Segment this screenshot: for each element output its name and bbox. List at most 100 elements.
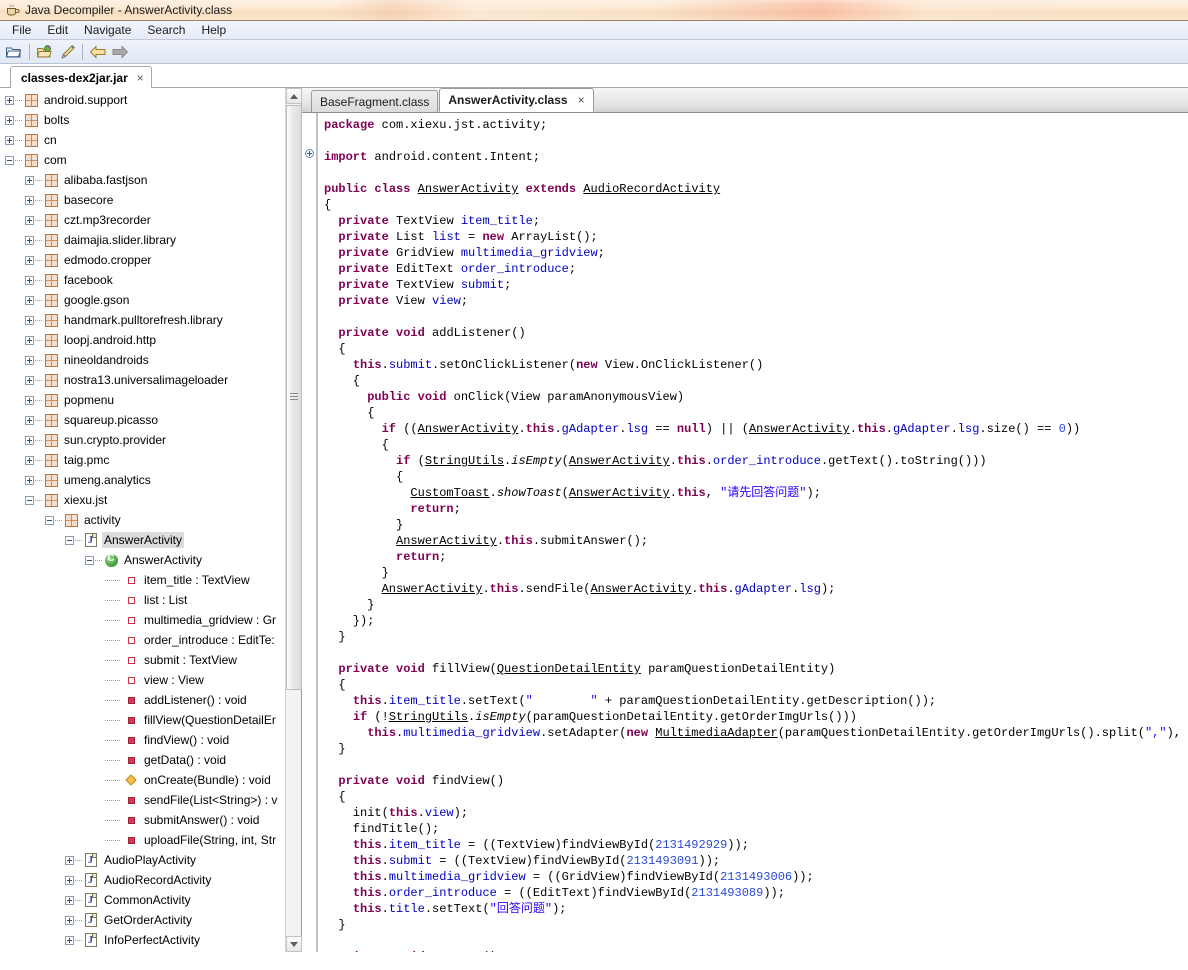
tree-item[interactable]: submit : TextView — [0, 650, 285, 670]
tree-item[interactable]: android.support — [0, 90, 285, 110]
tree-item[interactable]: multimedia_gridview : Gr — [0, 610, 285, 630]
tree-item[interactable]: getData() : void — [0, 750, 285, 770]
editor-tab-basefragment[interactable]: BaseFragment.class — [311, 90, 438, 112]
scroll-down-arrow-icon[interactable] — [286, 936, 302, 952]
tree-item[interactable]: google.gson — [0, 290, 285, 310]
close-icon[interactable]: × — [137, 71, 144, 85]
tree-plus-toggle-icon[interactable] — [25, 356, 34, 365]
menu-search[interactable]: Search — [139, 22, 193, 38]
tree-plus-toggle-icon[interactable] — [25, 476, 34, 485]
tree-item[interactable]: alibaba.fastjson — [0, 170, 285, 190]
tree-minus-toggle-icon[interactable] — [45, 516, 54, 525]
menu-edit[interactable]: Edit — [39, 22, 76, 38]
tree-item[interactable]: daimajia.slider.library — [0, 230, 285, 250]
tree-plus-toggle-icon[interactable] — [65, 876, 74, 885]
tree-item[interactable]: umeng.analytics — [0, 470, 285, 490]
tree-item[interactable]: sun.crypto.provider — [0, 430, 285, 450]
tree-minus-toggle-icon[interactable] — [25, 496, 34, 505]
brush-icon[interactable] — [56, 42, 78, 62]
tree-plus-toggle-icon[interactable] — [5, 116, 14, 125]
tree-minus-toggle-icon[interactable] — [5, 156, 14, 165]
tree-item[interactable]: list : List — [0, 590, 285, 610]
tree-item[interactable]: handmark.pulltorefresh.library — [0, 310, 285, 330]
tree-plus-toggle-icon[interactable] — [65, 896, 74, 905]
tree-plus-toggle-icon[interactable] — [25, 276, 34, 285]
tree-item[interactable]: facebook — [0, 270, 285, 290]
tree-item[interactable]: addListener() : void — [0, 690, 285, 710]
tree-item[interactable]: JAudioRecordActivity — [0, 870, 285, 890]
tree-connector — [35, 320, 43, 321]
source-code-text[interactable]: package com.xiexu.jst.activity; import a… — [317, 113, 1188, 952]
back-arrow-icon[interactable] — [87, 42, 109, 62]
jar-tab-classes-dex2jar[interactable]: classes-dex2jar.jar × — [10, 66, 152, 89]
tree-minus-toggle-icon[interactable] — [85, 556, 94, 565]
tree-item[interactable]: xiexu.jst — [0, 490, 285, 510]
tree-item[interactable]: fillView(QuestionDetailEr — [0, 710, 285, 730]
code-folding-gutter[interactable] — [302, 113, 317, 952]
package-icon — [43, 252, 59, 268]
tree-item[interactable]: cn — [0, 130, 285, 150]
menu-help[interactable]: Help — [193, 22, 234, 38]
tree-item[interactable]: onCreate(Bundle) : void — [0, 770, 285, 790]
tree-plus-toggle-icon[interactable] — [25, 396, 34, 405]
tree-item[interactable]: nineoldandroids — [0, 350, 285, 370]
tree-item[interactable]: loopj.android.http — [0, 330, 285, 350]
open-type-icon[interactable] — [34, 42, 56, 62]
tree-plus-toggle-icon[interactable] — [25, 316, 34, 325]
tree-item[interactable]: item_title : TextView — [0, 570, 285, 590]
tree-item[interactable]: AnswerActivity — [0, 550, 285, 570]
package-icon — [43, 472, 59, 488]
open-folder-icon[interactable] — [3, 42, 25, 62]
tree-plus-toggle-icon[interactable] — [5, 136, 14, 145]
close-icon[interactable]: × — [578, 93, 585, 107]
tree-plus-toggle-icon[interactable] — [5, 96, 14, 105]
tree-item[interactable]: activity — [0, 510, 285, 530]
tree-item[interactable]: edmodo.cropper — [0, 250, 285, 270]
tree-plus-toggle-icon[interactable] — [25, 296, 34, 305]
scroll-up-arrow-icon[interactable] — [286, 88, 302, 104]
tree-plus-toggle-icon[interactable] — [25, 256, 34, 265]
tree-plus-toggle-icon[interactable] — [65, 916, 74, 925]
tree-plus-toggle-icon[interactable] — [25, 416, 34, 425]
tree-plus-toggle-icon[interactable] — [25, 456, 34, 465]
tree-plus-toggle-icon[interactable] — [65, 936, 74, 945]
tree-plus-toggle-icon[interactable] — [25, 436, 34, 445]
tree-item[interactable]: com — [0, 150, 285, 170]
tree-item[interactable]: JAnswerActivity — [0, 530, 285, 550]
forward-arrow-icon[interactable] — [109, 42, 131, 62]
tree-item[interactable]: JCommonActivity — [0, 890, 285, 910]
fold-expand-icon[interactable] — [305, 149, 314, 158]
package-tree[interactable]: android.supportboltscncomalibaba.fastjso… — [0, 88, 285, 952]
tree-item[interactable]: JLoginActivity — [0, 950, 285, 952]
menu-navigate[interactable]: Navigate — [76, 22, 139, 38]
tree-item[interactable]: JGetOrderActivity — [0, 910, 285, 930]
code-viewport[interactable]: package com.xiexu.jst.activity; import a… — [302, 113, 1188, 952]
tree-item[interactable]: view : View — [0, 670, 285, 690]
tree-plus-toggle-icon[interactable] — [25, 196, 34, 205]
tree-item[interactable]: sendFile(List<String>) : v — [0, 790, 285, 810]
menu-file[interactable]: File — [4, 22, 39, 38]
tree-plus-toggle-icon[interactable] — [25, 236, 34, 245]
tree-item[interactable]: JAudioPlayActivity — [0, 850, 285, 870]
field-icon — [123, 632, 139, 648]
tree-item[interactable]: submitAnswer() : void — [0, 810, 285, 830]
tree-plus-toggle-icon[interactable] — [65, 856, 74, 865]
tree-item[interactable]: nostra13.universalimageloader — [0, 370, 285, 390]
tree-plus-toggle-icon[interactable] — [25, 216, 34, 225]
tree-plus-toggle-icon[interactable] — [25, 176, 34, 185]
tree-item[interactable]: czt.mp3recorder — [0, 210, 285, 230]
tree-item[interactable]: findView() : void — [0, 730, 285, 750]
tree-item[interactable]: squareup.picasso — [0, 410, 285, 430]
tree-item[interactable]: uploadFile(String, int, Str — [0, 830, 285, 850]
tree-item[interactable]: basecore — [0, 190, 285, 210]
tree-plus-toggle-icon[interactable] — [25, 336, 34, 345]
tree-vertical-scrollbar[interactable] — [285, 88, 301, 952]
tree-minus-toggle-icon[interactable] — [65, 536, 74, 545]
tree-plus-toggle-icon[interactable] — [25, 376, 34, 385]
tree-item[interactable]: taig.pmc — [0, 450, 285, 470]
editor-tab-answeractivity[interactable]: AnswerActivity.class × — [439, 88, 593, 112]
tree-item[interactable]: popmenu — [0, 390, 285, 410]
tree-item[interactable]: bolts — [0, 110, 285, 130]
tree-item[interactable]: order_introduce : EditTe: — [0, 630, 285, 650]
tree-item[interactable]: JInfoPerfectActivity — [0, 930, 285, 950]
